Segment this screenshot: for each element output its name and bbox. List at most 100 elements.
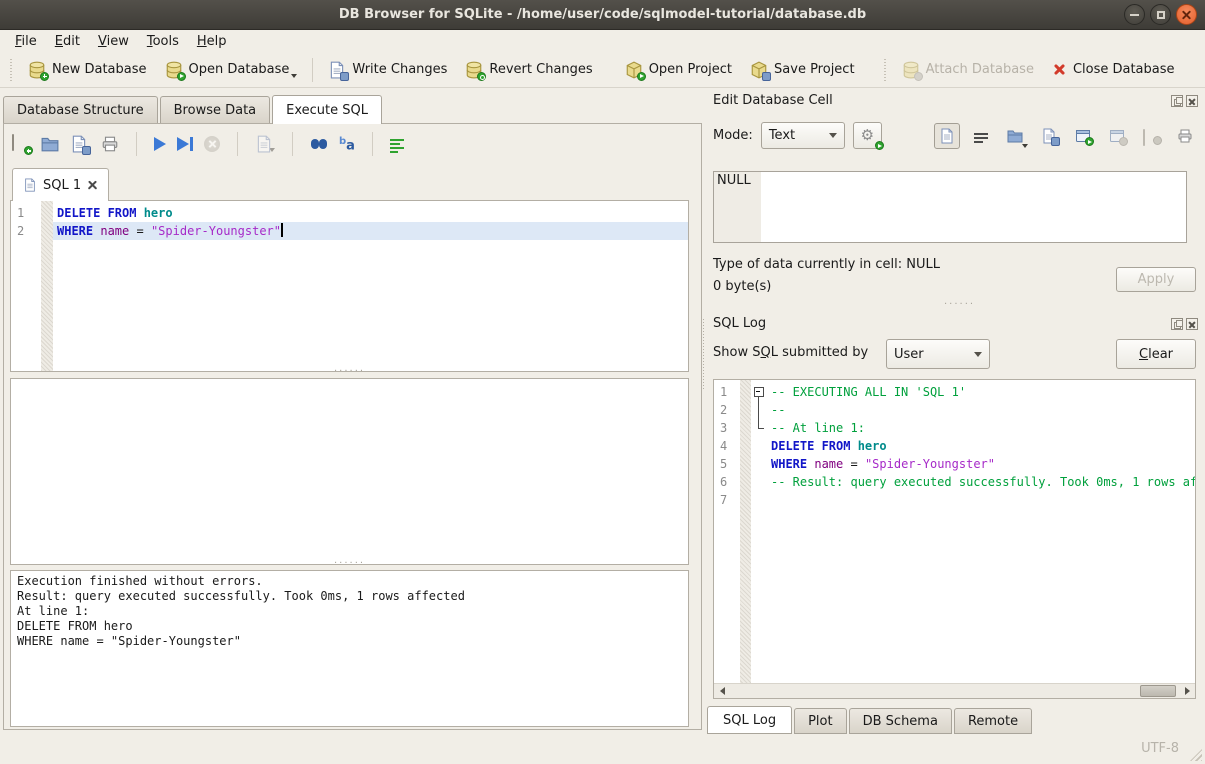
code-line[interactable]: DELETE FROM hero [767,437,1195,455]
sql-editor[interactable]: 12 DELETE FROM heroWHERE name = "Spider-… [10,200,689,372]
scroll-right-arrow[interactable] [1179,684,1195,698]
code-line[interactable]: -- [767,401,1195,419]
tab-sql-log[interactable]: SQL Log [707,706,792,734]
find-button[interactable] [310,135,328,153]
open-database-button[interactable]: Open Database [156,56,307,84]
clear-log-button[interactable]: Clear [1116,339,1196,369]
open-external-button[interactable] [1070,123,1096,149]
scroll-left-arrow[interactable] [714,684,730,698]
editor-results-splitter[interactable]: ······ [334,370,365,378]
results-message-splitter[interactable]: ······ [334,562,365,570]
text-mode-button[interactable] [934,123,960,149]
float-dock-icon[interactable] [1171,95,1183,107]
database-close-icon [1052,62,1067,77]
cell-mode-row: Mode: Text ⚙ [713,122,882,149]
auto-switch-mode-button[interactable]: ⚙ [853,122,882,149]
log-horizontal-scrollbar[interactable] [714,683,1195,698]
execution-message-box[interactable]: Execution finished without errors. Resul… [10,570,689,727]
tab-execute-sql[interactable]: Execute SQL [272,95,382,124]
resize-grip[interactable] [1190,749,1202,761]
sql-log-view[interactable]: 1234567 -- EXECUTING ALL IN 'SQL 1'---- … [713,379,1196,699]
menu-view[interactable]: View [89,32,138,51]
code-line[interactable]: DELETE FROM hero [53,204,688,222]
toolbar-drag-handle[interactable] [8,59,15,81]
revert-changes-button[interactable]: Revert Changes [456,56,601,84]
database-new-icon [28,61,46,79]
open-url-button[interactable] [1104,123,1130,149]
find-replace-button[interactable]: ba [339,134,355,154]
close-dock-icon[interactable] [1186,95,1198,107]
log-code-area[interactable]: -- EXECUTING ALL IN 'SQL 1'---- At line … [767,380,1195,698]
menu-edit[interactable]: Edit [46,32,89,51]
menu-file[interactable]: File [6,32,46,51]
attach-database-button: Attach Database [893,56,1043,84]
code-line[interactable] [767,491,1195,509]
window-controls [1124,4,1197,25]
import-cell-data-button[interactable] [1002,123,1028,149]
new-database-label: New Database [52,62,147,77]
menu-tools[interactable]: Tools [138,32,188,51]
toolbar-separator [292,132,293,156]
new-database-button[interactable]: New Database [19,56,156,84]
dock-splitter[interactable]: ······ [944,303,975,311]
code-line[interactable]: -- At line 1: [767,419,1195,437]
execute-current-line-button[interactable] [177,137,193,151]
print-sql-button[interactable] [101,135,119,153]
tab-browse-data[interactable]: Browse Data [160,96,271,123]
fold-cell [751,473,767,491]
tab-db-schema[interactable]: DB Schema [849,708,952,734]
code-line[interactable]: -- Result: query executed successfully. … [767,473,1195,491]
open-url-icon [1109,128,1125,144]
close-button[interactable] [1176,4,1197,25]
minimize-button[interactable] [1124,4,1145,25]
tab-remote[interactable]: Remote [954,708,1032,734]
cell-size-info: 0 byte(s) [713,279,771,294]
float-dock-icon[interactable] [1171,318,1183,330]
save-sql-file-icon [70,135,88,153]
attach-database-label: Attach Database [926,62,1034,77]
text-mode-icon [939,128,955,144]
execute-all-button[interactable] [154,137,166,151]
menu-help[interactable]: Help [188,32,236,51]
close-tab-icon[interactable] [87,180,98,191]
main-content: Database Structure Browse Data Execute S… [0,89,1205,734]
format-sql-button[interactable] [390,136,404,153]
open-database-dropdown-icon[interactable] [291,74,297,78]
log-fold-markers[interactable] [751,380,767,698]
open-project-button[interactable]: Open Project [616,56,741,84]
write-changes-button[interactable]: Write Changes [319,56,456,84]
window-title: DB Browser for SQLite - /home/user/code/… [339,7,866,22]
sql-document-tab[interactable]: SQL 1 [12,168,109,201]
word-wrap-button[interactable] [968,123,994,149]
close-database-button[interactable]: Close Database [1043,57,1184,82]
toolbar-separator [136,132,137,156]
open-sql-file-button[interactable] [41,135,59,153]
fold-marker [751,419,767,437]
code-line[interactable]: -- EXECUTING ALL IN 'SQL 1' [767,383,1195,401]
scrollbar-thumb[interactable] [1140,685,1176,697]
new-sql-tab-button[interactable] [12,135,30,153]
tab-database-structure[interactable]: Database Structure [3,96,158,123]
close-dock-icon[interactable] [1186,318,1198,330]
save-sql-file-button[interactable] [70,135,90,153]
cell-mode-select[interactable]: Text [761,122,845,149]
sql-log-dock-title: SQL Log [713,316,766,331]
cell-value-editor[interactable]: NULL [713,171,1187,243]
fold-marker[interactable] [751,383,767,401]
scrollbar-track[interactable] [730,684,1179,698]
print-cell-button[interactable] [1172,123,1198,149]
cell-text-area[interactable] [761,172,1186,242]
save-project-button[interactable]: Save Project [741,56,864,84]
open-project-label: Open Project [649,62,732,77]
maximize-button[interactable] [1150,4,1171,25]
editor-code-area[interactable]: DELETE FROM heroWHERE name = "Spider-You… [53,201,688,371]
tab-plot[interactable]: Plot [794,708,847,734]
log-filter-select[interactable]: User [886,339,990,369]
titlebar[interactable]: DB Browser for SQLite - /home/user/code/… [0,0,1205,30]
toolbar-drag-handle[interactable] [882,59,889,81]
results-grid[interactable] [10,378,689,565]
find-replace-icon: ba [339,134,355,154]
export-cell-data-button[interactable] [1036,123,1062,149]
code-line[interactable]: WHERE name = "Spider-Youngster" [53,222,688,240]
code-line[interactable]: WHERE name = "Spider-Youngster" [767,455,1195,473]
